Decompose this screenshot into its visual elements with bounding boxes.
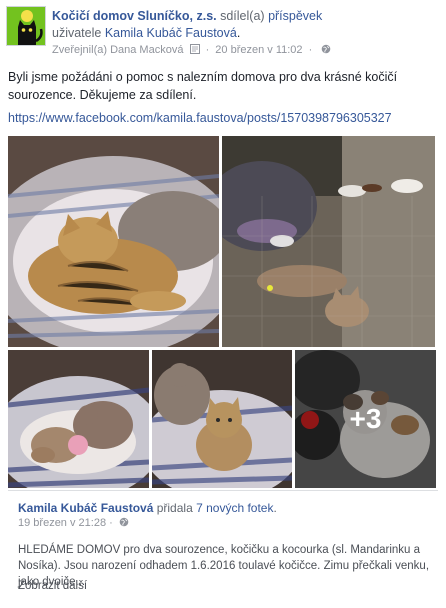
shared-by: Zveřejnil(a) Dana Macková [52,44,184,56]
post-link[interactable]: příspěvek [268,9,322,23]
page-avatar[interactable] [6,6,46,46]
shared-post-header: Kamila Kubáč Faustová přidala 7 nových f… [18,501,277,516]
more-photos-overlay[interactable]: +3 [295,350,436,488]
page-logo-cat-icon [7,7,45,45]
post-text: Byli jsme požádáni o pomoc s nalezním do… [8,70,398,102]
photo-5[interactable]: +3 [295,350,436,488]
photo-1[interactable] [8,136,219,347]
shared-label: sdílel(a) [220,9,265,23]
photo-1-image [8,136,219,347]
header-text: Kočičí domov Sluníčko, z.s. sdílel(a) př… [52,8,440,58]
shared-after-link: . [273,501,277,515]
photo-2[interactable] [222,136,435,347]
shared-timestamp-link[interactable]: 19 březen v 21:28 [18,517,106,529]
meta-dot: · [308,44,313,56]
group-icon [189,44,200,54]
shared-added-text: přidala [156,501,193,515]
page-name-link[interactable]: Kočičí domov Sluníčko, z.s. [52,9,217,23]
post-meta: Zveřejnil(a) Dana Macková · 20 březen v … [52,43,440,58]
shared-post-card: Kamila Kubáč Faustová přidala 7 nových f… [8,490,438,603]
globe-icon [119,517,129,527]
author-suffix: . [236,26,241,40]
more-photos-count: +3 [349,403,382,434]
photo-3[interactable] [8,350,149,488]
shared-photos-link[interactable]: 7 nových fotek [196,501,273,515]
post-url-link[interactable]: https://www.facebook.com/kamila.faustova… [8,109,392,127]
user-prefix: uživatele [52,26,102,40]
shared-meta-dot: · [109,517,113,529]
photo-4[interactable] [152,350,292,488]
photo-4-image [152,350,292,488]
photo-3-image [8,350,149,488]
timestamp-link[interactable]: 20 březen v 11:02 [215,44,302,56]
shared-author-link[interactable]: Kamila Kubáč Faustová [18,501,153,515]
author-link[interactable]: Kamila Kubáč Faustová [105,26,237,40]
see-more-link[interactable]: Zobrazit další [18,580,87,592]
post-header: Kočičí domov Sluníčko, z.s. sdílel(a) př… [6,6,440,56]
globe-icon[interactable] [321,44,331,54]
photo-2-image [222,136,435,347]
shared-post-meta: 19 březen v 21:28 · [18,516,129,531]
meta-separator: · [205,44,210,56]
